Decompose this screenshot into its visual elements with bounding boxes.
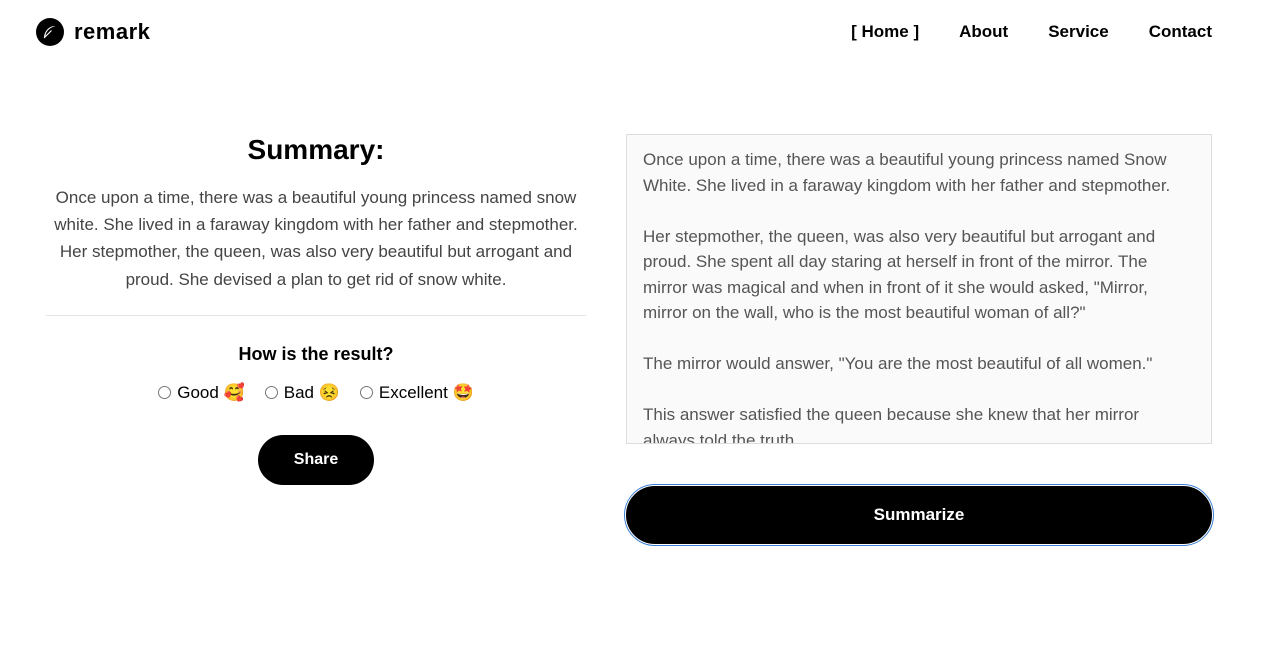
feedback-question: How is the result?: [46, 344, 586, 365]
option-good-label: Good 🥰: [177, 383, 244, 403]
header: remark Home About Service Contact: [0, 0, 1272, 64]
option-excellent[interactable]: Excellent 🤩: [360, 383, 474, 403]
source-textarea[interactable]: [626, 134, 1212, 444]
nav-service[interactable]: Service: [1048, 22, 1109, 42]
nav-about[interactable]: About: [959, 22, 1008, 42]
summary-panel: Summary: Once upon a time, there was a b…: [36, 134, 596, 544]
summary-title: Summary:: [46, 134, 586, 166]
share-button[interactable]: Share: [258, 435, 374, 485]
nav-contact[interactable]: Contact: [1149, 22, 1212, 42]
option-excellent-label: Excellent 🤩: [379, 383, 474, 403]
summary-text: Once upon a time, there was a beautiful …: [46, 184, 586, 316]
option-bad-label: Bad 😣: [284, 383, 340, 403]
main-nav: Home About Service Contact: [851, 22, 1212, 42]
feedback-options: Good 🥰 Bad 😣 Excellent 🤩: [46, 383, 586, 403]
input-panel: Summarize: [626, 134, 1212, 544]
brand-name: remark: [74, 19, 150, 45]
radio-good[interactable]: [158, 386, 171, 399]
nav-home[interactable]: Home: [851, 22, 919, 42]
summarize-button[interactable]: Summarize: [626, 486, 1212, 544]
feather-icon: [36, 18, 64, 46]
radio-bad[interactable]: [265, 386, 278, 399]
radio-excellent[interactable]: [360, 386, 373, 399]
option-good[interactable]: Good 🥰: [158, 383, 244, 403]
main-content: Summary: Once upon a time, there was a b…: [0, 64, 1272, 544]
option-bad[interactable]: Bad 😣: [265, 383, 340, 403]
logo[interactable]: remark: [36, 18, 150, 46]
